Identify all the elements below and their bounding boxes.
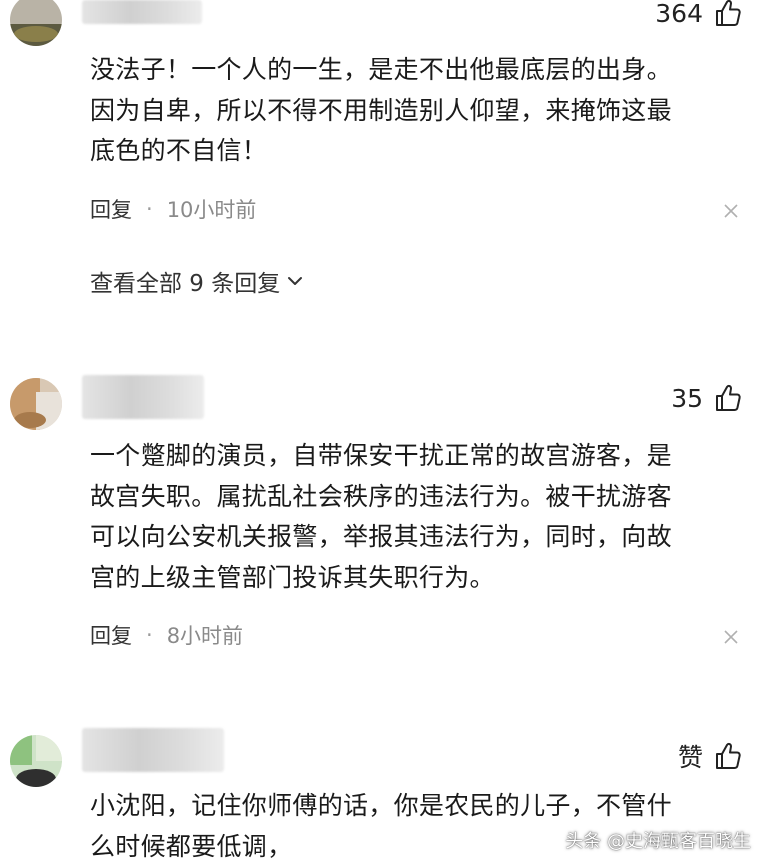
comment-line: 没法子！一个人的一生，是走不出他最底层的出身。	[90, 50, 740, 91]
like-label: 赞	[678, 738, 703, 774]
comment-text: 没法子！一个人的一生，是走不出他最底层的出身。 因为自卑，所以不得不用制造别人仰…	[90, 50, 740, 172]
comment-line: 一个蹩脚的演员，自带保安干扰正常的故宫游客，是	[90, 436, 740, 477]
comment-line: 底色的不自信！	[90, 131, 740, 172]
comment-time: 10小时前	[167, 194, 257, 224]
meta-separator: ·	[146, 623, 153, 647]
username[interactable]	[82, 375, 204, 419]
comment-line: 因为自卑，所以不得不用制造别人仰望，来掩饰这最	[90, 91, 740, 132]
avatar-image	[10, 378, 62, 430]
avatar-image	[10, 735, 62, 787]
close-icon[interactable]	[723, 203, 739, 219]
reply-button[interactable]: 回复	[90, 620, 132, 650]
avatar-image	[10, 0, 62, 46]
like-button[interactable]: 35	[671, 383, 743, 413]
username[interactable]	[82, 0, 202, 24]
avatar[interactable]	[10, 735, 62, 787]
comment-line: 可以向公安机关报警，举报其违法行为，同时，向故	[90, 517, 740, 558]
thumbs-up-icon	[713, 383, 743, 413]
thumbs-up-icon	[713, 741, 743, 771]
username[interactable]	[82, 728, 224, 772]
avatar[interactable]	[10, 0, 62, 46]
thumbs-up-icon	[713, 0, 743, 28]
view-all-replies[interactable]: 查看全部 9 条回复	[90, 264, 304, 298]
like-count: 364	[655, 0, 703, 28]
avatar[interactable]	[10, 378, 62, 430]
comment-line: 小沈阳，记住你师傅的话，你是农民的儿子，不管什	[90, 786, 740, 827]
watermark: 头条 @史海甄客百晓生	[565, 827, 751, 853]
reply-button[interactable]: 回复	[90, 194, 132, 224]
view-all-label: 查看全部 9 条回复	[90, 264, 280, 298]
like-button[interactable]: 赞	[678, 738, 743, 774]
comment-time: 8小时前	[167, 620, 243, 650]
comment-text: 一个蹩脚的演员，自带保安干扰正常的故宫游客，是 故宫失职。属扰乱社会秩序的违法行…	[90, 436, 740, 598]
close-icon[interactable]	[723, 629, 739, 645]
like-count: 35	[671, 384, 703, 413]
comment-meta: 回复 · 8小时前	[90, 620, 243, 650]
comment-meta: 回复 · 10小时前	[90, 194, 256, 224]
meta-separator: ·	[146, 197, 153, 221]
chevron-down-icon	[286, 272, 304, 290]
like-button[interactable]: 364	[655, 0, 743, 28]
comment-line: 故宫失职。属扰乱社会秩序的违法行为。被干扰游客	[90, 477, 740, 518]
comment-line: 宫的上级主管部门投诉其失职行为。	[90, 558, 740, 599]
